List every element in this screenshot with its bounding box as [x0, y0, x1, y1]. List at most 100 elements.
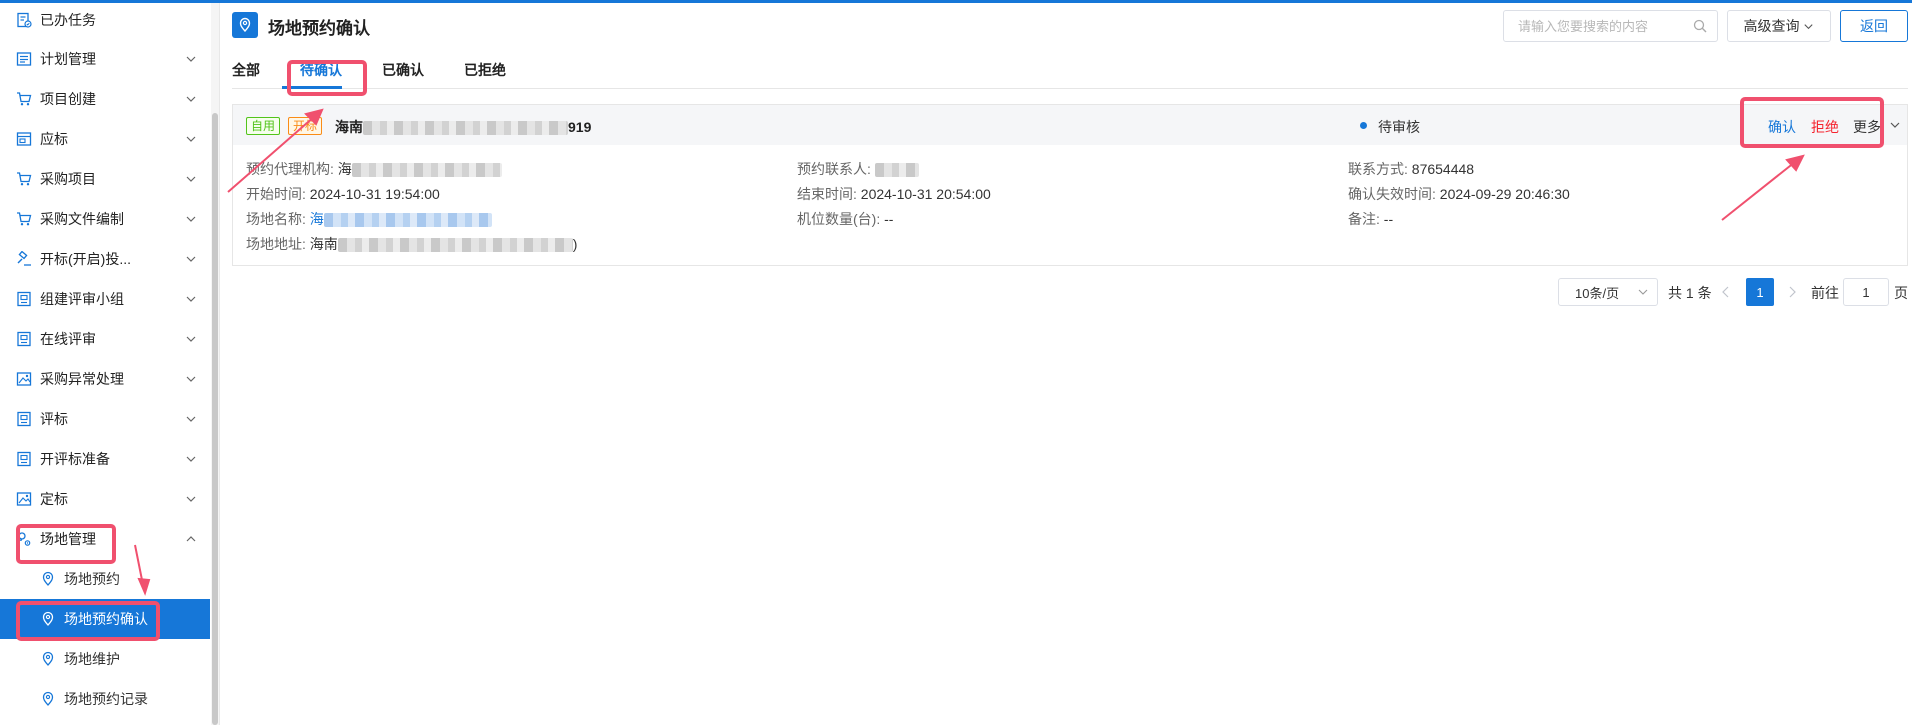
chevron-down-icon[interactable] [1888, 118, 1902, 132]
booking-card-header: 自用 开标 海南 919 待审核 确认 拒绝 更多 [233, 105, 1907, 145]
sidebar-item-evaluation-prep[interactable]: 开评标准备 [0, 439, 210, 479]
building-icon [16, 411, 32, 427]
sidebar-subitem-venue-booking[interactable]: 场地预约 [0, 559, 210, 599]
redacted-text [337, 238, 573, 253]
field-contact: 联系方式: 87654448 [1348, 161, 1475, 177]
next-page-icon[interactable] [1786, 285, 1798, 299]
search-input[interactable] [1504, 11, 1684, 41]
field-confirm-deadline: 确认失效时间: 2024-09-29 20:46:30 [1348, 186, 1570, 202]
venue-name-link[interactable]: 海 [310, 211, 324, 227]
sidebar-item-label: 项目创建 [40, 91, 96, 107]
field-venue-name: 场地名称: 海 [246, 209, 492, 229]
status-badge: 待审核 [1378, 119, 1420, 135]
building-icon [16, 331, 32, 347]
annotation-box-actions [1740, 97, 1884, 148]
picture-icon [16, 491, 32, 507]
cart-icon [16, 211, 32, 227]
sidebar-item-award[interactable]: 定标 [0, 479, 210, 519]
booking-title-prefix: 海南 [335, 119, 363, 135]
sidebar-item-label: 采购项目 [40, 171, 96, 187]
sidebar-item-review-group[interactable]: 组建评审小组 [0, 279, 210, 319]
sidebar-item-label: 场地维护 [64, 651, 120, 667]
annotation-box-tab [287, 60, 367, 96]
chevron-down-icon [184, 132, 198, 146]
sidebar-scrollbar-thumb[interactable] [212, 113, 218, 725]
sidebar-item-label: 采购异常处理 [40, 371, 124, 387]
chevron-down-icon [184, 332, 198, 346]
booking-title[interactable]: 海南 919 [335, 117, 591, 137]
sidebar-item-label: 场地预约记录 [64, 691, 148, 707]
tab-confirmed[interactable]: 已确认 [382, 60, 424, 80]
sidebar-item-label: 场地预约 [64, 571, 120, 587]
sidebar-item-label: 评标 [40, 411, 68, 427]
venue-pin-icon [232, 12, 258, 38]
field-contact-person: 预约联系人: [797, 159, 919, 179]
current-page-button[interactable]: 1 [1746, 278, 1774, 306]
redacted-text [351, 163, 502, 178]
sidebar-item-done-tasks[interactable]: 已办任务 [0, 3, 210, 40]
search-box[interactable] [1503, 10, 1718, 42]
picture-icon [16, 371, 32, 387]
page-suffix: 页 [1894, 285, 1908, 301]
list-icon [16, 51, 32, 67]
chevron-down-icon [184, 172, 198, 186]
annotation-box-booking-confirm [16, 601, 160, 641]
search-icon[interactable] [1693, 19, 1707, 33]
sidebar-item-bid-opening[interactable]: 开标(开启)投... [0, 239, 210, 279]
sidebar-item-procurement-project[interactable]: 采购项目 [0, 159, 210, 199]
window-icon [16, 131, 32, 147]
chevron-down-icon [184, 212, 198, 226]
chevron-down-icon [184, 492, 198, 506]
sidebar-item-label: 开标(开启)投... [40, 251, 131, 267]
building-icon [16, 451, 32, 467]
field-start-time: 开始时间: 2024-10-31 19:54:00 [246, 186, 440, 202]
sidebar-subitem-venue-maintenance[interactable]: 场地维护 [0, 639, 210, 679]
sidebar-item-label: 在线评审 [40, 331, 96, 347]
sidebar-item-plan-management[interactable]: 计划管理 [0, 39, 210, 79]
sidebar-item-label: 开评标准备 [40, 451, 110, 467]
field-machine-count: 机位数量(台): -- [797, 211, 894, 227]
building-icon [16, 291, 32, 307]
field-remark: 备注: -- [1348, 211, 1394, 227]
cart-icon [16, 91, 32, 107]
sidebar-item-bid-evaluation[interactable]: 评标 [0, 399, 210, 439]
sidebar-item-bid-response[interactable]: 应标 [0, 119, 210, 159]
chevron-down-icon [184, 412, 198, 426]
tag-bid-opening: 开标 [288, 117, 323, 135]
map-pin-icon [40, 651, 56, 667]
chevron-down-icon [184, 372, 198, 386]
booking-card: 自用 开标 海南 919 待审核 确认 拒绝 更多 预约代理机构: 海 预约联系人… [232, 104, 1908, 266]
chevron-down-icon [184, 292, 198, 306]
pagination-total: 共 1 条 [1668, 285, 1712, 301]
goto-label: 前往 [1811, 285, 1839, 301]
field-agency: 预约代理机构: 海 [246, 159, 502, 179]
chevron-down-icon [1802, 20, 1815, 33]
prev-page-icon[interactable] [1720, 285, 1732, 299]
chevron-down-icon [184, 92, 198, 106]
redacted-text [874, 163, 919, 178]
advanced-search-button[interactable]: 高级查询 [1727, 10, 1831, 42]
sidebar-item-label: 定标 [40, 491, 68, 507]
sidebar-subitem-venue-booking-records[interactable]: 场地预约记录 [0, 679, 210, 719]
sidebar-item-exception-handling[interactable]: 采购异常处理 [0, 359, 210, 399]
sidebar-item-label: 应标 [40, 131, 68, 147]
cart-icon [16, 171, 32, 187]
annotation-box-venue-management [16, 524, 116, 564]
tab-rejected[interactable]: 已拒绝 [464, 60, 506, 80]
page-size-select[interactable]: 10条/页 [1558, 278, 1658, 306]
chevron-down-icon [184, 252, 198, 266]
chevron-down-icon [184, 452, 198, 466]
sidebar-item-label: 计划管理 [40, 51, 96, 67]
top-accent-bar [0, 0, 1912, 3]
sidebar-item-procurement-docs[interactable]: 采购文件编制 [0, 199, 210, 239]
tab-all[interactable]: 全部 [232, 60, 260, 80]
redacted-text [323, 213, 492, 228]
goto-page-input[interactable] [1843, 278, 1889, 306]
sidebar-item-project-create[interactable]: 项目创建 [0, 79, 210, 119]
back-button[interactable]: 返回 [1840, 10, 1908, 42]
map-pin-icon [40, 691, 56, 707]
sidebar-item-online-review[interactable]: 在线评审 [0, 319, 210, 359]
sidebar-divider [219, 3, 220, 725]
redacted-text [363, 121, 568, 136]
sidebar-item-label: 采购文件编制 [40, 211, 124, 227]
